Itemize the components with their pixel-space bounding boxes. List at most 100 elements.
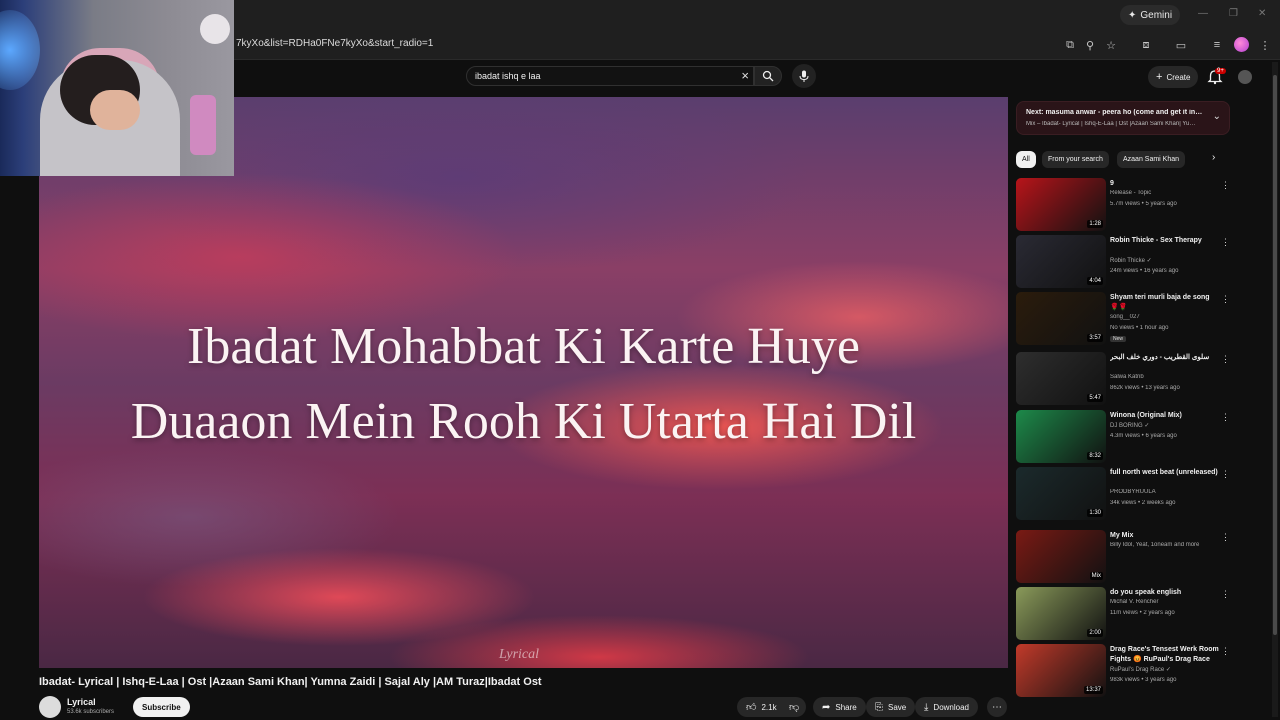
more-vertical-icon[interactable]: ⋮: [1221, 646, 1230, 657]
scrollbar-thumb[interactable]: [1273, 75, 1277, 635]
share-button[interactable]: ➦ Share: [813, 697, 866, 717]
recommendation-item[interactable]: 3:57 Shyam teri murli baja de song 🌹🌹 song…: [1016, 292, 1230, 348]
duration-badge: Mix: [1089, 572, 1103, 580]
zoom-icon[interactable]: ⚲: [1082, 37, 1098, 53]
recommendation-meta: No views • 1 hour ago: [1110, 325, 1169, 331]
maximize-icon[interactable]: ❐: [1229, 8, 1238, 19]
video-thumbnail[interactable]: 1:28: [1016, 178, 1106, 231]
gemini-button[interactable]: ✦ Gemini: [1120, 5, 1181, 25]
more-vertical-icon[interactable]: ⋮: [1221, 589, 1230, 600]
search-query: ibadat ishq e laa: [475, 71, 541, 81]
recommendation-title[interactable]: My Mix: [1110, 531, 1220, 541]
url-field[interactable]: 7kyXo&list=RDHa0FNe7kyXo&start_radio=1: [236, 38, 433, 49]
create-button[interactable]: + Create: [1148, 66, 1199, 88]
recommendation-title[interactable]: Robin Thicke - Sex Therapy: [1110, 236, 1220, 246]
recommendation-channel[interactable]: Michal V. Rencher: [1110, 599, 1220, 605]
up-next-panel[interactable]: Next: masuma anwar - peera ho (come and …: [1016, 101, 1230, 135]
close-window-icon[interactable]: ✕: [1258, 8, 1266, 19]
recommendation-meta: 4.3m views • 6 years ago: [1110, 433, 1177, 439]
more-vertical-icon[interactable]: ⋮: [1221, 180, 1230, 191]
like-button[interactable]: 👍︎ 2.1k: [737, 697, 783, 717]
video-thumbnail[interactable]: 5:47: [1016, 352, 1106, 405]
more-vertical-icon[interactable]: ⋮: [1221, 354, 1230, 365]
download-button[interactable]: ⤓ Download: [915, 697, 978, 717]
recommendation-title[interactable]: full north west beat (unreleased): [1110, 468, 1220, 478]
duration-badge: 4:04: [1087, 277, 1103, 285]
voice-search-button[interactable]: [792, 64, 816, 88]
recommendation-title[interactable]: Drag Race's Tensest Werk Room Fights 😡 R…: [1110, 645, 1220, 665]
share-icon: ➦: [822, 701, 831, 713]
bookmark-star-icon[interactable]: ☆: [1103, 37, 1119, 53]
channel-avatar[interactable]: [39, 696, 61, 718]
video-thumbnail[interactable]: 2:00: [1016, 587, 1106, 640]
minimize-icon[interactable]: —: [1198, 8, 1208, 19]
video-thumbnail[interactable]: Mix: [1016, 530, 1106, 583]
search-button[interactable]: [754, 66, 782, 86]
recommendation-title[interactable]: do you speak english: [1110, 588, 1220, 598]
recommendation-channel[interactable]: Salwa Katrib: [1110, 374, 1220, 380]
cam-hand: [90, 90, 140, 130]
install-app-icon[interactable]: ⧉: [1062, 37, 1078, 53]
recommendation-item[interactable]: 2:00 do you speak english Michal V. Renche…: [1016, 587, 1230, 643]
lyric-line-1: Ibadat Mohabbat Ki Karte Huye: [187, 318, 860, 375]
cast-icon[interactable]: ▭: [1173, 37, 1189, 53]
account-avatar[interactable]: [1238, 70, 1252, 84]
duration-badge: 5:47: [1087, 394, 1103, 402]
subscribe-button[interactable]: Subscribe: [133, 697, 190, 717]
more-vertical-icon[interactable]: ⋮: [1221, 412, 1230, 423]
video-thumbnail[interactable]: 8:32: [1016, 410, 1106, 463]
recommendation-channel[interactable]: Release - Topic: [1110, 190, 1220, 196]
create-label: Create: [1166, 72, 1191, 82]
video-thumbnail[interactable]: 13:37: [1016, 644, 1106, 697]
video-thumbnail[interactable]: 4:04: [1016, 235, 1106, 288]
browser-menu-icon[interactable]: ⋮: [1257, 37, 1273, 53]
up-next-playlist: Mix – Ibadat- Lyrical | Ishq-E-Laa | Ost…: [1026, 121, 1196, 127]
recommendation-channel[interactable]: Robin Thicke ✓: [1110, 257, 1220, 264]
recommendation-item[interactable]: 1:28 9 Release - Topic 5.7m views • 5 years…: [1016, 178, 1230, 234]
recommendation-meta: 11m views • 2 years ago: [1110, 610, 1175, 616]
video-thumbnail[interactable]: 1:30: [1016, 467, 1106, 520]
more-vertical-icon[interactable]: ⋮: [1221, 237, 1230, 248]
more-vertical-icon[interactable]: ⋮: [1221, 294, 1230, 305]
recommendation-item[interactable]: 13:37 Drag Race's Tensest Werk Room Fight…: [1016, 644, 1230, 700]
media-controls-icon[interactable]: ≡: [1209, 37, 1225, 53]
video-thumbnail[interactable]: 3:57: [1016, 292, 1106, 345]
channel-name[interactable]: Lyrical: [67, 697, 96, 707]
duration-badge: 3:57: [1087, 334, 1103, 342]
save-button[interactable]: ⎘ Save: [866, 697, 916, 717]
clear-search-icon[interactable]: ×: [741, 68, 749, 83]
recommendation-item[interactable]: 1:30 full north west beat (unreleased) PRO…: [1016, 467, 1230, 523]
more-vertical-icon[interactable]: ⋮: [1221, 532, 1230, 543]
recommendation-channel[interactable]: RuPaul's Drag Race ✓: [1110, 666, 1220, 673]
recommendation-item[interactable]: Mix My Mix Billy Idol, Yeat, 1oneam and mo…: [1016, 530, 1230, 586]
recommendation-channel[interactable]: PRODBYRUULA: [1110, 489, 1220, 495]
chip-all[interactable]: All: [1016, 151, 1036, 168]
bookmark-icon: ⎘: [875, 701, 883, 713]
recommendation-title[interactable]: Shyam teri murli baja de song 🌹🌹: [1110, 293, 1220, 313]
chevron-right-icon[interactable]: ›: [1212, 152, 1215, 163]
video-title: Ibadat- Lyrical | Ishq-E-Laa | Ost |Azaa…: [39, 676, 542, 688]
recommendation-channel[interactable]: Billy Idol, Yeat, 1oneam and more: [1110, 542, 1220, 548]
recommendation-title[interactable]: سلوى القطريب - دوري خلف البحر: [1110, 353, 1220, 363]
recommendation-title[interactable]: 9: [1110, 179, 1220, 189]
more-vertical-icon[interactable]: ⋮: [1221, 469, 1230, 480]
more-actions-button[interactable]: ⋯: [987, 697, 1007, 717]
chevron-down-icon[interactable]: ⌄: [1213, 111, 1221, 122]
dislike-button[interactable]: 👎︎: [782, 697, 807, 717]
like-count: 2.1k: [761, 702, 777, 712]
video-player[interactable]: Ibadat Mohabbat Ki Karte Huye Duaaon Mei…: [39, 97, 1008, 668]
recommendation-item[interactable]: 4:04 Robin Thicke - Sex Therapy Robin Thic…: [1016, 235, 1230, 291]
extensions-icon[interactable]: ⧈: [1138, 37, 1154, 53]
recommendation-channel[interactable]: DJ BORING ✓: [1110, 422, 1220, 429]
duration-badge: 1:28: [1087, 220, 1103, 228]
recommendation-channel[interactable]: song__027: [1110, 314, 1220, 320]
recommendation-title[interactable]: Winona (Original Mix): [1110, 411, 1220, 421]
chip-azaan-sami-khan[interactable]: Azaan Sami Khan: [1117, 151, 1186, 168]
share-label: Share: [835, 702, 857, 712]
microphone-icon: [799, 70, 809, 82]
recommendation-item[interactable]: 8:32 Winona (Original Mix) DJ BORING ✓ 4.3m…: [1016, 410, 1230, 466]
recommendation-item[interactable]: 5:47 سلوى القطريب - دوري خلف البحر Salwa K…: [1016, 352, 1230, 408]
profile-avatar[interactable]: [1234, 37, 1249, 52]
chip-from-search[interactable]: From your search: [1042, 151, 1109, 168]
search-input[interactable]: ibadat ishq e laa ×: [466, 66, 754, 86]
